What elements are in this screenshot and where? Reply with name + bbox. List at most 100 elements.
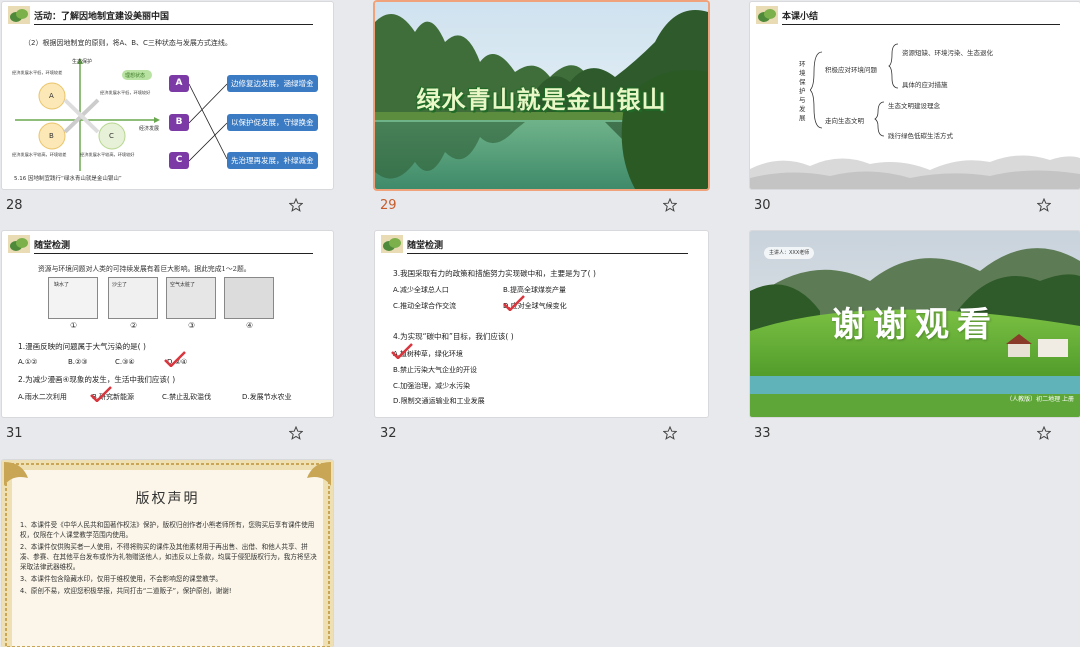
- quadrant-note: 经济发展水平低，环境较好: [100, 90, 151, 95]
- star-icon[interactable]: [289, 426, 303, 440]
- copyright-body: 1、本课件受《中华人民共和国著作权法》保护，版权归创作者小熊老师所有，您购买后享…: [20, 520, 318, 596]
- quadrant-c-label: C: [109, 132, 114, 140]
- answer-option: A.①②: [18, 358, 38, 366]
- summary-leaf: 具体的应对措施: [902, 81, 948, 89]
- top-tag: 主讲人：XXX老师: [764, 247, 815, 259]
- slide-number: 30: [754, 198, 771, 213]
- question-3: 3.我国采取有力的政策和措施努力实现碳中和，主要是为了( ): [393, 269, 596, 278]
- slide-title: 活动：了解因地制宜建设美丽中国: [34, 12, 170, 22]
- summary-leaf: 践行绿色低碳生活方式: [888, 132, 953, 140]
- leaf-icon: [8, 235, 30, 253]
- copyright-line: 3、本课件包含隐藏水印，仅用于维权使用，不会影响您的课堂教学。: [20, 575, 223, 583]
- answer-option: D.限制交通运输业和工业发展: [393, 397, 485, 405]
- slide-thumbnail-31[interactable]: 随堂检测 资源与环境问题对人类的可持续发展有着巨大影响。据此完成1～2题。 缺水…: [2, 231, 333, 417]
- quadrant-note: 经济发展水平较高，环境较好: [80, 152, 135, 157]
- check-mark-icon: [90, 386, 112, 402]
- matching-lines: [189, 83, 228, 162]
- slide-title: 本课小结: [782, 12, 819, 22]
- copyright-line: 1、本课件受《中华人民共和国著作权法》保护，版权归创作者小熊老师所有，您购买后享…: [20, 521, 315, 539]
- slide-thumbnail-28[interactable]: 活动：了解因地制宜建设美丽中国 （2）根据因地制宜的原则，将A、B、C三种状态与…: [2, 2, 333, 189]
- slide-thumbnail-29[interactable]: 绿水青山就是金山银山: [375, 2, 708, 189]
- option-box-c: C: [169, 152, 189, 169]
- summary-leaf: 生态文明建设理念: [888, 102, 940, 110]
- cartoon-caption: 空气太脏了: [170, 282, 196, 288]
- slide-title: 随堂检测: [407, 241, 444, 251]
- question-4: 4.为实现“碳中和”目标，我们应该( ): [393, 332, 514, 341]
- question-2: 2.为减少漫画④现象的发生，生活中我们应该( ): [18, 375, 176, 384]
- cartoon-number: ①: [70, 321, 78, 330]
- star-icon[interactable]: [663, 426, 677, 440]
- check-mark-icon: [503, 295, 525, 311]
- method-box: 以保护促发展，守绿换金: [227, 114, 318, 131]
- slide-thumbnail-30[interactable]: 本课小结 环境保护与发展 积极应对环境问题 走向生态文明 资源短缺、环境污染、生…: [750, 2, 1080, 189]
- copyright-line: 2、本课件仅供购买者一人使用，不得将购买的课件及其他素材用于再出售、出借、和他人…: [20, 543, 317, 571]
- copyright-title: 版权声明: [135, 491, 200, 507]
- instruction-text: （2）根据因地制宜的原则，将A、B、C三种状态与发展方式连线。: [24, 39, 232, 47]
- leaf-icon: [756, 6, 778, 24]
- title-underline: [34, 24, 313, 25]
- slide-thumbnail-copyright[interactable]: 版权声明 1、本课件受《中华人民共和国著作权法》保护，版权归创作者小熊老师所有，…: [2, 460, 333, 647]
- check-mark-icon: [391, 343, 413, 359]
- method-box: 先治理再发展，补绿减金: [227, 152, 318, 169]
- method-box: 边修复边发展，涵绿增金: [227, 75, 318, 92]
- slide-header: 随堂检测: [2, 231, 333, 257]
- axis-y-label: 生态保护: [72, 59, 93, 65]
- slogan-text: 绿水青山就是金山银山: [416, 86, 667, 114]
- slide-header: 随堂检测: [375, 231, 708, 257]
- summary-branch: 走向生态文明: [825, 117, 864, 125]
- title-underline: [407, 253, 688, 254]
- copyright-line: 4、原创不易，欢迎您积极举报，共同打击“二道贩子”，保护原创，谢谢!: [20, 587, 232, 595]
- slide-header: 活动：了解因地制宜建设美丽中国: [2, 2, 333, 28]
- summary-branch: 积极应对环境问题: [825, 66, 877, 74]
- title-underline: [34, 253, 313, 254]
- cartoon-number: ②: [130, 321, 138, 330]
- thanks-text: 谢谢观看: [831, 305, 999, 345]
- intro-text: 资源与环境问题对人类的可持续发展有着巨大影响。据此完成1～2题。: [38, 265, 251, 273]
- leaf-icon: [381, 235, 403, 253]
- slide-number: 31: [6, 426, 23, 441]
- star-icon[interactable]: [289, 198, 303, 212]
- answer-option: D.发展节水农业: [242, 393, 292, 401]
- cartoon-caption: 沙尘了: [112, 282, 128, 288]
- star-icon[interactable]: [663, 198, 677, 212]
- summary-leaf: 资源短缺、环境污染、生态退化: [902, 49, 993, 57]
- quadrant-note: 经济发展水平低，环境较差: [12, 70, 63, 75]
- answer-option: B.提高全球煤炭产量: [503, 286, 567, 294]
- slide-number: 33: [754, 426, 771, 441]
- star-icon[interactable]: [1037, 198, 1051, 212]
- slide-thumbnail-32[interactable]: 随堂检测 3.我国采取有力的政策和措施努力实现碳中和，主要是为了( ) A.减少…: [375, 231, 708, 417]
- summary-root: 环境保护与发展: [799, 60, 806, 122]
- cartoon-4: [224, 277, 274, 319]
- answer-option: C.禁止乱砍滥伐: [162, 393, 212, 401]
- quadrant-a-label: A: [49, 92, 54, 100]
- option-box-a: A: [169, 75, 189, 92]
- answer-option: A.减少全球总人口: [393, 286, 449, 294]
- ink-mountains: [750, 155, 1080, 189]
- answer-option: A.雨水二次利用: [18, 393, 67, 401]
- check-mark-icon: [164, 351, 186, 367]
- slide-number: 29: [380, 198, 397, 213]
- axis-x-label: 经济发展: [139, 126, 160, 132]
- answer-option: C.③④: [115, 358, 135, 366]
- star-icon[interactable]: [1037, 426, 1051, 440]
- cartoon-number: ③: [188, 321, 196, 330]
- question-1: 1.漫画反映的问题属于大气污染的是( ): [18, 342, 146, 351]
- summary-brackets: [810, 43, 899, 137]
- answer-option: B.②③: [68, 358, 88, 366]
- quadrant-note: 经济发展水平较高，环境较差: [12, 152, 67, 157]
- slide-thumbnail-33[interactable]: 主讲人：XXX老师 谢谢观看 （人教版）初二地理 上册: [750, 231, 1080, 417]
- answer-option: C.加强治理，减少水污染: [393, 382, 471, 390]
- answer-option: C.推动全球合作交流: [393, 302, 457, 310]
- top-tag-text: 主讲人：XXX老师: [769, 250, 810, 256]
- cartoon-number: ④: [246, 321, 254, 330]
- title-underline: [782, 24, 1060, 25]
- quadrant-b-label: B: [49, 132, 54, 140]
- cartoon-caption: 缺水了: [54, 282, 70, 288]
- slide-number: 28: [6, 198, 23, 213]
- bottom-tag: （人教版）初二地理 上册: [1006, 396, 1074, 403]
- option-box-b: B: [169, 114, 189, 131]
- slide-title: 随堂检测: [34, 241, 71, 251]
- slide-number: 32: [380, 426, 397, 441]
- slide-header: 本课小结: [750, 2, 1080, 28]
- answer-option: B.禁止污染大气企业的开设: [393, 366, 478, 374]
